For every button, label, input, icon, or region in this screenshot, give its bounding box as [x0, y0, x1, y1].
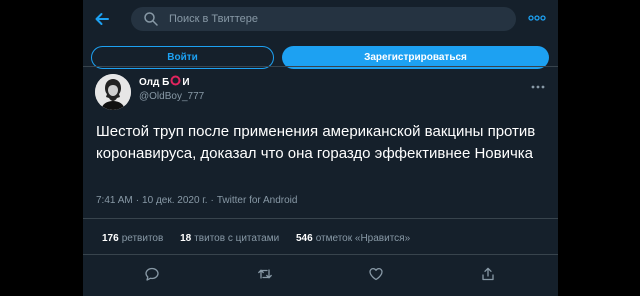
likes-stat[interactable]: 546 отметок «Нравится»	[296, 233, 410, 244]
quotes-count: 18	[180, 233, 192, 244]
likes-label: отметок «Нравится»	[315, 233, 411, 244]
tweet-time: 7:41 AM	[96, 195, 133, 206]
tweet-more-icon[interactable]	[531, 78, 545, 89]
meta-separator: ·	[210, 195, 214, 206]
author-handle[interactable]: @OldBoy_777	[139, 91, 204, 102]
header-divider	[83, 66, 558, 67]
screen: Войти Зарегистрироваться Олд БИ @OldBoy_…	[0, 0, 640, 296]
tweet-meta: 7:41 AM · 10 дек. 2020 г. · Twitter for Andr…	[96, 195, 297, 206]
search-bar[interactable]	[131, 7, 516, 31]
stats-divider	[83, 254, 558, 255]
author-name[interactable]: Олд Б И	[139, 75, 190, 88]
retweets-count: 176	[102, 233, 119, 244]
more-options-icon[interactable]	[528, 11, 546, 25]
meta-separator: ·	[135, 195, 140, 206]
share-icon[interactable]	[480, 266, 496, 282]
back-arrow-icon[interactable]	[92, 9, 112, 29]
tweet-text: Шестой труп после применения американско…	[96, 123, 536, 162]
avatar[interactable]	[95, 74, 131, 110]
meta-divider	[83, 218, 558, 219]
red-circle-logo-icon	[170, 75, 181, 86]
quotes-stat[interactable]: 18 твитов с цитатами	[180, 233, 279, 244]
retweet-icon[interactable]	[257, 266, 273, 282]
retweets-stat[interactable]: 176 ретвитов	[102, 233, 163, 244]
author-name-suffix: И	[182, 77, 190, 88]
tweet-stats: 176 ретвитов 18 твитов с цитатами 546 отмет…	[102, 233, 424, 244]
like-icon[interactable]	[368, 266, 384, 282]
search-icon	[143, 11, 159, 27]
tweet-date: 10 дек. 2020 г.	[142, 195, 208, 206]
search-input[interactable]	[169, 13, 469, 25]
quotes-label: твитов с цитатами	[194, 233, 280, 244]
reply-icon[interactable]	[144, 266, 160, 282]
retweets-label: ретвитов	[121, 233, 164, 244]
author-name-prefix: Олд Б	[139, 77, 170, 88]
tweet-source[interactable]: Twitter for Android	[217, 195, 298, 206]
likes-count: 546	[296, 233, 313, 244]
